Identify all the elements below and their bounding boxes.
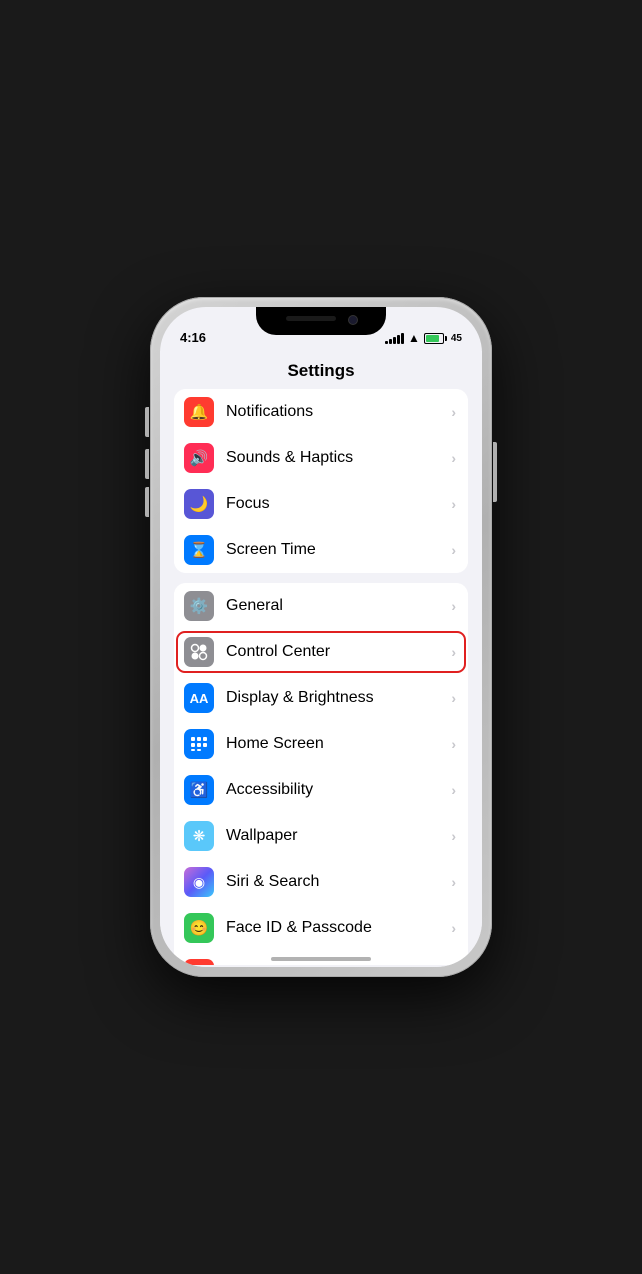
general-icon: ⚙️: [184, 591, 214, 621]
camera: [348, 315, 358, 325]
notch: [256, 307, 386, 335]
section-notifications: 🔔 Notifications › 🔊 Sounds & Haptics ›: [174, 389, 468, 573]
settings-row-notifications[interactable]: 🔔 Notifications ›: [174, 389, 468, 435]
faceid-icon: 😊: [184, 913, 214, 943]
status-icons: ▲ 45: [385, 331, 462, 345]
battery-icon: 45: [424, 333, 462, 344]
sos-icon: SOS: [184, 959, 214, 965]
faceid-label: Face ID & Passcode: [226, 919, 451, 937]
speaker: [286, 316, 336, 321]
display-icon: AA: [184, 683, 214, 713]
chevron-sounds: ›: [451, 450, 456, 466]
accessibility-label: Accessibility: [226, 781, 451, 799]
chevron-focus: ›: [451, 496, 456, 512]
settings-row-sounds[interactable]: 🔊 Sounds & Haptics ›: [174, 435, 468, 481]
page-title: Settings: [160, 351, 482, 389]
settings-row-general[interactable]: ⚙️ General ›: [174, 583, 468, 629]
settings-row-screen-time[interactable]: ⌛ Screen Time ›: [174, 527, 468, 573]
settings-row-accessibility[interactable]: ♿ Accessibility ›: [174, 767, 468, 813]
chevron-home-screen: ›: [451, 736, 456, 752]
siri-label: Siri & Search: [226, 873, 451, 891]
control-center-icon: [184, 637, 214, 667]
wallpaper-icon: ❋: [184, 821, 214, 851]
chevron-siri: ›: [451, 874, 456, 890]
settings-row-display[interactable]: AA Display & Brightness ›: [174, 675, 468, 721]
display-label: Display & Brightness: [226, 689, 451, 707]
signal-icon: [385, 332, 404, 344]
phone-frame: 4:16 ▲ 45: [150, 297, 492, 977]
accessibility-icon: ♿: [184, 775, 214, 805]
focus-label: Focus: [226, 495, 451, 513]
chevron-accessibility: ›: [451, 782, 456, 798]
screen-content: Settings 🔔 Notifications › 🔊: [160, 351, 482, 967]
settings-row-wallpaper[interactable]: ❋ Wallpaper ›: [174, 813, 468, 859]
control-center-label: Control Center: [226, 643, 451, 661]
chevron-notifications: ›: [451, 404, 456, 420]
screen-time-label: Screen Time: [226, 541, 451, 559]
settings-list[interactable]: 🔔 Notifications › 🔊 Sounds & Haptics ›: [160, 389, 482, 965]
status-time: 4:16: [180, 330, 206, 345]
section-general: ⚙️ General ›: [174, 583, 468, 965]
battery-level: 45: [451, 333, 462, 344]
settings-row-home-screen[interactable]: Home Screen ›: [174, 721, 468, 767]
settings-row-control-center[interactable]: Control Center ›: [174, 629, 468, 675]
siri-icon: ◉: [184, 867, 214, 897]
notifications-label: Notifications: [226, 403, 451, 421]
wifi-icon: ▲: [408, 331, 420, 345]
chevron-screen-time: ›: [451, 542, 456, 558]
sounds-icon: 🔊: [184, 443, 214, 473]
notifications-icon: 🔔: [184, 397, 214, 427]
home-screen-label: Home Screen: [226, 735, 451, 753]
chevron-general: ›: [451, 598, 456, 614]
chevron-faceid: ›: [451, 920, 456, 936]
phone-screen: 4:16 ▲ 45: [160, 307, 482, 967]
settings-row-faceid[interactable]: 😊 Face ID & Passcode ›: [174, 905, 468, 951]
settings-row-focus[interactable]: 🌙 Focus ›: [174, 481, 468, 527]
screen-time-icon: ⌛: [184, 535, 214, 565]
general-label: General: [226, 597, 451, 615]
focus-icon: 🌙: [184, 489, 214, 519]
home-screen-icon: [184, 729, 214, 759]
wallpaper-label: Wallpaper: [226, 827, 451, 845]
home-indicator: [271, 957, 371, 961]
chevron-display: ›: [451, 690, 456, 706]
settings-row-siri[interactable]: ◉ Siri & Search ›: [174, 859, 468, 905]
sounds-label: Sounds & Haptics: [226, 449, 451, 467]
chevron-wallpaper: ›: [451, 828, 456, 844]
chevron-control-center: ›: [451, 644, 456, 660]
